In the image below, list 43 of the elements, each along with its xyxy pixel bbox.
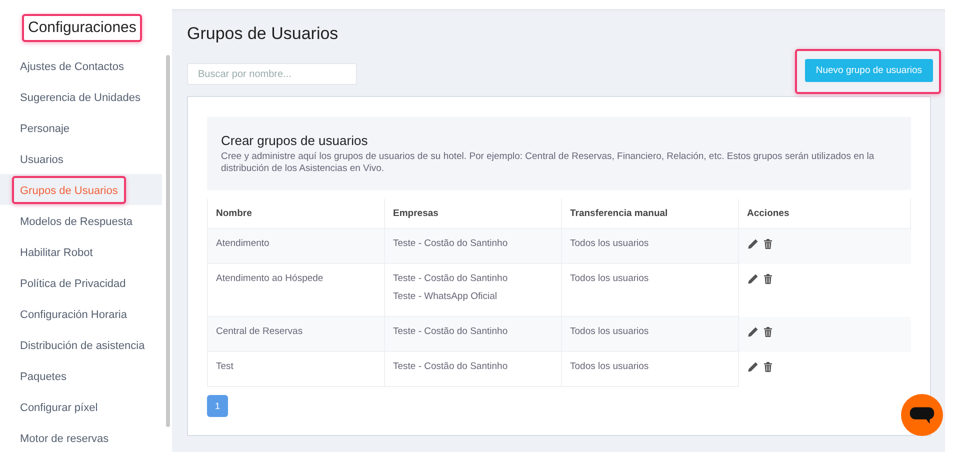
sidebar-item[interactable]: Ajustes de Contactos: [18, 58, 126, 74]
sidebar-item[interactable]: Habilitar Robot: [18, 244, 95, 260]
table-cell: Atendimento ao Hóspede: [216, 273, 324, 284]
sidebar-item[interactable]: Política de Privacidad: [18, 276, 128, 292]
intro-title: Crear grupos de usuarios: [221, 133, 369, 148]
sidebar-item[interactable]: Configuración Horaria: [18, 306, 129, 322]
trash-icon[interactable]: [762, 238, 774, 250]
sidebar-item[interactable]: Usuarios: [18, 152, 66, 168]
table-cell: Test: [216, 361, 234, 372]
column-header: Empresas: [384, 198, 562, 228]
column-header: Acciones: [738, 198, 910, 228]
edit-icon[interactable]: [747, 238, 759, 250]
table-cell-text: Teste - Costão do Santinho: [393, 273, 509, 284]
table-cell-text: Teste - Costão do Santinho: [393, 361, 509, 372]
sidebar-item[interactable]: Paquetes: [18, 368, 68, 384]
sidebar-item[interactable]: Distribución de asistencia: [18, 338, 147, 354]
column-header: Nombre: [208, 198, 384, 228]
sidebar-item[interactable]: Motor de reservas: [18, 430, 111, 446]
sidebar-item[interactable]: Configurar píxel: [18, 400, 100, 416]
trash-icon[interactable]: [762, 360, 774, 373]
table-cell: Todos los usuarios: [570, 273, 649, 284]
sidebar-item[interactable]: Sugerencia de Unidades: [18, 90, 142, 106]
table-cell-text: Teste - WhatsApp Oficial: [393, 291, 498, 302]
sidebar-title: Configuraciones: [28, 19, 136, 36]
trash-icon[interactable]: [762, 272, 774, 285]
table-cell-text: Teste - Costão do Santinho: [393, 238, 509, 249]
table-cell: Central de Reservas: [216, 326, 303, 338]
page-title: Grupos de Usuarios: [187, 24, 340, 44]
sidebar-item[interactable]: Personaje: [18, 120, 72, 136]
edit-icon[interactable]: [747, 360, 759, 373]
sidebar-item[interactable]: Modelos de Respuesta: [18, 214, 135, 230]
edit-icon[interactable]: [747, 272, 759, 285]
table-cell: Todos los usuarios: [570, 361, 649, 372]
trash-icon[interactable]: [762, 326, 774, 338]
table-cell-text: Teste - Costão do Santinho: [393, 326, 509, 338]
search-field[interactable]: Buscar por nombre...: [187, 63, 357, 85]
table-cell: Atendimento: [216, 238, 270, 249]
column-header: Transferencia manual: [562, 198, 738, 228]
intro-text: Cree y administre aquí los grupos de usuarios de su hotel. Por ejemplo: Central de Reservas, Financiero, Relación, etc. Estos grupos serán utilizados en la distribución de los Asistencias en Vivo.: [221, 151, 876, 176]
table-cell: Todos los usuarios: [570, 238, 649, 249]
table-cell: Todos los usuarios: [570, 326, 649, 338]
scrollbar[interactable]: [166, 55, 170, 427]
edit-icon[interactable]: [747, 326, 759, 338]
